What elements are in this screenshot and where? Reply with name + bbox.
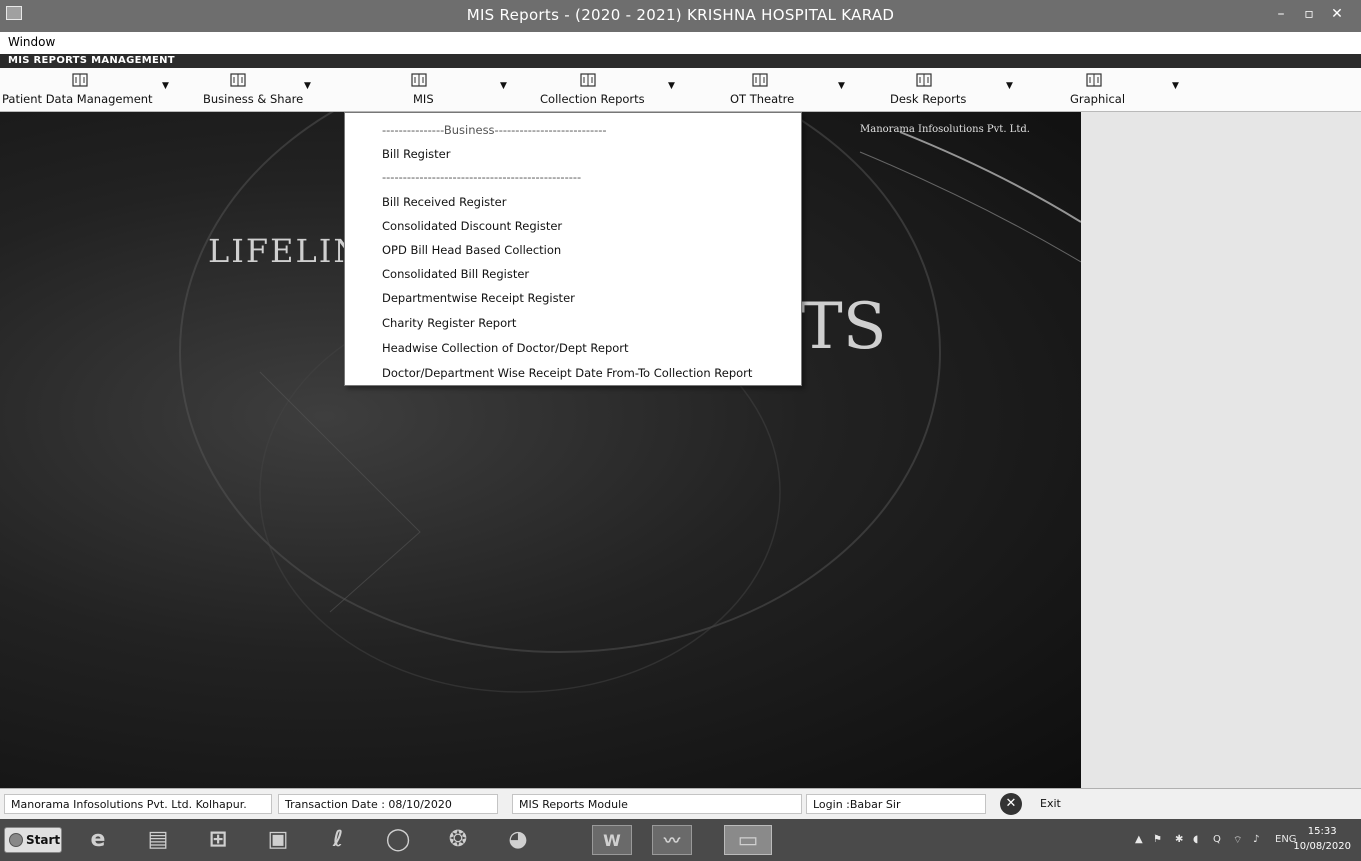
toolbar-label: Business & Share bbox=[203, 92, 304, 106]
window-title: MIS Reports - (2020 - 2021) KRISHNA HOSP… bbox=[466, 6, 895, 24]
pulse-monitor-icon[interactable]: 〰 bbox=[652, 825, 692, 855]
dropdown-arrow-icon: ▼ bbox=[838, 81, 845, 91]
menu-bar: Window bbox=[0, 32, 1361, 54]
tray-expand-icon[interactable]: ▲ bbox=[1135, 834, 1143, 845]
module-header: MIS REPORTS MANAGEMENT bbox=[0, 54, 1361, 68]
menu-item-opd-bill-head-based-collection[interactable]: OPD Bill Head Based Collection bbox=[382, 243, 561, 257]
dropdown-arrow-icon: ▼ bbox=[162, 81, 169, 91]
dropdown-arrow-icon: ▼ bbox=[668, 81, 675, 91]
clock[interactable]: 15:33 10/08/2020 bbox=[1293, 824, 1351, 854]
word-icon[interactable]: W bbox=[592, 825, 632, 855]
menu-item-bill-received-register[interactable]: Bill Received Register bbox=[382, 195, 506, 209]
bluetooth-icon[interactable]: ✱ bbox=[1175, 834, 1183, 845]
search-tray-icon[interactable]: Q bbox=[1213, 834, 1221, 845]
menu-item-departmentwise-receipt-register[interactable]: Departmentwise Receipt Register bbox=[382, 291, 575, 305]
close-circle-icon: ✕ bbox=[1000, 793, 1022, 815]
toolbar: Patient Data Management ▼ Business & Sha… bbox=[0, 68, 1361, 112]
toolbar-label: OT Theatre bbox=[730, 92, 795, 106]
battery-icon[interactable]: ◖ bbox=[1193, 834, 1198, 845]
splash-lifeline-text: LIFELIN bbox=[208, 232, 364, 270]
exit-label: Exit bbox=[1040, 797, 1061, 810]
control-panel-icon[interactable]: ▣ bbox=[262, 825, 294, 855]
file-explorer-icon[interactable]: ▤ bbox=[142, 825, 174, 855]
menu-item-bill-register[interactable]: Bill Register bbox=[382, 147, 450, 161]
toolbar-collection-reports[interactable]: ▼ Collection Reports ▼ bbox=[500, 68, 685, 112]
report-book-icon bbox=[411, 73, 427, 87]
dropdown-arrow-icon: ▼ bbox=[1006, 81, 1013, 91]
clock-date: 10/08/2020 bbox=[1293, 841, 1351, 852]
opera-icon[interactable]: ◯ bbox=[382, 825, 414, 855]
toolbar-label: Graphical bbox=[1070, 92, 1126, 106]
toolbar-ot-theatre[interactable]: OT Theatre ▼ bbox=[700, 68, 850, 112]
system-tray: ▲ ⚑ ✱ ◖ Q ⌔ ♪ ENG 15:33 10/08/2020 bbox=[1031, 819, 1361, 861]
menu-separator: ----------------------------------------… bbox=[382, 170, 582, 184]
report-book-icon bbox=[916, 73, 932, 87]
right-empty-panel bbox=[1081, 112, 1361, 788]
maximize-button[interactable]: ▫ bbox=[1296, 4, 1322, 24]
mis-dropdown-menu: ---------------Business-----------------… bbox=[344, 112, 802, 386]
menu-item-consolidated-discount-register[interactable]: Consolidated Discount Register bbox=[382, 219, 562, 233]
toolbar-label: Desk Reports bbox=[890, 92, 967, 106]
toolbar-desk-reports[interactable]: Desk Reports ▼ bbox=[860, 68, 1020, 112]
menu-item-charity-register-report[interactable]: Charity Register Report bbox=[382, 316, 516, 330]
splash-ts-text: TS bbox=[800, 290, 887, 364]
internet-explorer-icon[interactable]: e bbox=[82, 825, 114, 855]
dropdown-arrow-icon: ▼ bbox=[304, 81, 311, 91]
start-button[interactable]: Start bbox=[4, 827, 62, 853]
status-login: Login :Babar Sir bbox=[806, 794, 986, 814]
minimize-button[interactable]: – bbox=[1268, 4, 1294, 24]
report-book-icon bbox=[72, 73, 88, 87]
clock-time: 15:33 bbox=[1307, 826, 1337, 837]
menu-separator-business: ---------------Business-----------------… bbox=[382, 123, 607, 137]
firefox-icon[interactable]: ❂ bbox=[442, 825, 474, 855]
chrome-icon[interactable]: ◕ bbox=[502, 825, 534, 855]
start-label: Start bbox=[26, 833, 61, 847]
dropdown-arrow-icon: ▼ bbox=[500, 81, 507, 91]
status-company: Manorama Infosolutions Pvt. Ltd. Kolhapu… bbox=[4, 794, 272, 814]
report-book-icon bbox=[1086, 73, 1102, 87]
store-icon[interactable]: ⊞ bbox=[202, 825, 234, 855]
close-button[interactable]: ✕ bbox=[1324, 4, 1350, 24]
status-module: MIS Reports Module bbox=[512, 794, 802, 814]
report-book-icon bbox=[230, 73, 246, 87]
toolbar-business-share[interactable]: Business & Share ▼ bbox=[180, 68, 311, 112]
menu-window[interactable]: Window bbox=[8, 35, 55, 49]
windows-orb-icon bbox=[9, 833, 23, 847]
toolbar-label: MIS bbox=[413, 92, 434, 106]
splash-company: Manorama Infosolutions Pvt. Ltd. bbox=[860, 124, 1030, 135]
toolbar-label: Collection Reports bbox=[540, 92, 645, 106]
app-icon-script[interactable]: ℓ bbox=[322, 825, 354, 855]
network-icon[interactable]: ⚑ bbox=[1153, 834, 1162, 845]
report-book-icon bbox=[752, 73, 768, 87]
status-bar: Manorama Infosolutions Pvt. Ltd. Kolhapu… bbox=[0, 788, 1361, 819]
report-book-icon bbox=[580, 73, 596, 87]
computer-monitor-icon[interactable]: ▭ bbox=[724, 825, 772, 855]
status-transaction-date: Transaction Date : 08/10/2020 bbox=[278, 794, 498, 814]
toolbar-graphical[interactable]: Graphical ▼ bbox=[1030, 68, 1190, 112]
wifi-icon[interactable]: ⌔ bbox=[1233, 834, 1242, 847]
taskbar: Start e ▤ ⊞ ▣ ℓ ◯ ❂ ◕ W 〰 ▭ ▲ ⚑ ✱ ◖ Q ⌔ … bbox=[0, 819, 1361, 861]
exit-button[interactable]: ✕ Exit bbox=[1000, 793, 1080, 815]
toolbar-patient-data-management[interactable]: Patient Data Management ▼ bbox=[0, 68, 170, 112]
toolbar-label: Patient Data Management bbox=[2, 92, 153, 106]
volume-icon[interactable]: ♪ bbox=[1253, 834, 1259, 845]
menu-item-headwise-collection[interactable]: Headwise Collection of Doctor/Dept Repor… bbox=[382, 341, 629, 355]
dropdown-arrow-icon: ▼ bbox=[1172, 81, 1179, 91]
menu-item-doctor-department-receipt[interactable]: Doctor/Department Wise Receipt Date From… bbox=[382, 366, 752, 380]
toolbar-mis[interactable]: MIS bbox=[345, 68, 495, 112]
title-bar: MIS Reports - (2020 - 2021) KRISHNA HOSP… bbox=[0, 0, 1361, 32]
menu-item-consolidated-bill-register[interactable]: Consolidated Bill Register bbox=[382, 267, 529, 281]
